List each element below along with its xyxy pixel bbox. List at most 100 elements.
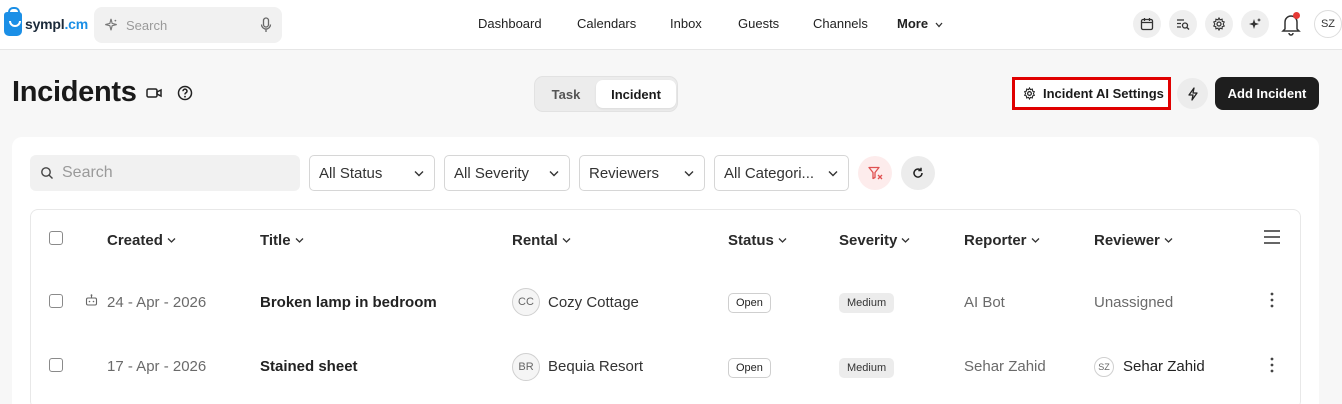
column-header-title[interactable]: Title (260, 232, 304, 249)
severity-badge: Medium (839, 358, 895, 378)
column-header-status[interactable]: Status (728, 232, 787, 249)
video-camera-icon[interactable] (146, 86, 162, 100)
lightning-bolt-icon (1187, 86, 1198, 101)
search-icon (41, 167, 53, 179)
reviewer-avatar: SZ (1094, 357, 1114, 377)
row-title[interactable]: Stained sheet (260, 358, 358, 375)
row-reporter: Sehar Zahid (964, 358, 1046, 375)
logo-text-accent: .cm (64, 16, 88, 32)
tab-incident[interactable]: Incident (596, 80, 676, 108)
column-header-severity[interactable]: Severity (839, 232, 910, 249)
row-checkbox[interactable] (49, 358, 63, 372)
column-header-created[interactable]: Created (107, 232, 176, 249)
select-all-checkbox[interactable] (49, 231, 63, 245)
chevron-down-icon (549, 171, 559, 177)
robot-icon (85, 294, 98, 306)
rental-avatar: CC (512, 288, 540, 316)
ai-assistant-button[interactable] (1241, 10, 1269, 38)
incident-search-input[interactable]: Search (30, 155, 300, 191)
view-toggle: Task Incident (534, 76, 678, 112)
list-search-icon (1177, 19, 1190, 30)
column-header-status-label: Status (728, 232, 774, 249)
column-header-rental-label: Rental (512, 232, 558, 249)
status-badge: Open (728, 293, 771, 313)
gear-icon (1213, 17, 1225, 31)
logo-text: sympl (25, 16, 65, 32)
column-header-reviewer-label: Reviewer (1094, 232, 1160, 249)
severity-filter-select[interactable]: All Severity (444, 155, 570, 191)
page-title: Incidents (12, 76, 137, 108)
column-header-rental[interactable]: Rental (512, 232, 571, 249)
column-menu-icon[interactable] (1263, 229, 1281, 245)
search-list-button[interactable] (1169, 10, 1197, 38)
incident-search-placeholder: Search (62, 164, 113, 181)
tab-task[interactable]: Task (538, 80, 594, 108)
row-created: 24 - Apr - 2026 (107, 294, 207, 311)
categories-filter-value: All Categori... (724, 164, 815, 182)
row-rental: Cozy Cottage (548, 294, 639, 311)
chevron-down-icon (901, 238, 910, 243)
nav-calendars[interactable]: Calendars (577, 16, 636, 31)
row-created: 17 - Apr - 2026 (107, 358, 207, 375)
search-placeholder: Search (126, 17, 168, 33)
column-header-reviewer[interactable]: Reviewer (1094, 232, 1173, 249)
reviewers-filter-select[interactable]: Reviewers (579, 155, 705, 191)
reviewers-filter-value: Reviewers (589, 164, 660, 182)
chevron-down-icon (828, 171, 838, 177)
nav-guests[interactable]: Guests (738, 16, 779, 31)
more-vertical-icon[interactable] (1270, 292, 1274, 308)
row-rental: Bequia Resort (548, 358, 644, 375)
notification-dot (1293, 12, 1300, 19)
sparkle-icon (105, 18, 117, 31)
incident-ai-settings-label: Incident AI Settings (1043, 86, 1164, 101)
severity-filter-value: All Severity (454, 164, 530, 182)
more-vertical-icon[interactable] (1270, 357, 1274, 373)
nav-channels[interactable]: Channels (813, 16, 868, 31)
status-badge: Open (728, 358, 771, 378)
user-avatar[interactable]: SZ (1314, 10, 1342, 38)
column-header-title-label: Title (260, 232, 291, 249)
chevron-down-icon (414, 171, 424, 177)
help-circle-icon[interactable] (177, 85, 193, 101)
chevron-down-icon (1164, 238, 1173, 243)
settings-gear-button[interactable] (1205, 10, 1233, 38)
automation-button[interactable] (1177, 78, 1208, 109)
nav-more-label: More (897, 16, 929, 31)
top-navigation: sympl.cm Search Dashboard Calendars Inbo… (0, 0, 1342, 50)
column-header-created-label: Created (107, 232, 163, 249)
refresh-button[interactable] (901, 156, 935, 190)
clear-filters-button[interactable] (858, 156, 892, 190)
chevron-down-icon (778, 238, 787, 243)
column-header-reporter[interactable]: Reporter (964, 232, 1040, 249)
global-search-input[interactable]: Search (94, 7, 282, 43)
calendar-icon (1140, 18, 1154, 31)
row-reviewer[interactable]: Sehar Zahid (1123, 358, 1205, 375)
categories-filter-select[interactable]: All Categori... (714, 155, 849, 191)
calendar-quick-button[interactable] (1133, 10, 1161, 38)
nav-dashboard[interactable]: Dashboard (478, 16, 542, 31)
filter-clear-icon (867, 166, 882, 180)
incident-ai-settings-button[interactable]: Incident AI Settings (1012, 77, 1171, 110)
nav-more[interactable]: More (897, 16, 943, 31)
app-logo[interactable]: sympl.cm (4, 7, 88, 36)
status-filter-select[interactable]: All Status (309, 155, 435, 191)
row-checkbox[interactable] (49, 294, 63, 308)
column-header-reporter-label: Reporter (964, 232, 1027, 249)
chevron-down-icon (295, 238, 304, 243)
refresh-icon (913, 167, 923, 178)
chevron-down-icon (935, 22, 943, 28)
row-reviewer[interactable]: Unassigned (1094, 294, 1173, 311)
sparkle-icon (1249, 18, 1261, 29)
row-reporter: AI Bot (964, 294, 1005, 311)
severity-badge: Medium (839, 293, 895, 313)
column-header-severity-label: Severity (839, 232, 898, 249)
microphone-icon[interactable] (260, 17, 272, 33)
add-incident-button[interactable]: Add Incident (1215, 77, 1319, 110)
row-title[interactable]: Broken lamp in bedroom (260, 294, 437, 311)
shopping-bag-logo-icon (4, 7, 22, 36)
chevron-down-icon (1031, 238, 1039, 243)
nav-inbox[interactable]: Inbox (670, 16, 702, 31)
chevron-down-icon (167, 238, 176, 243)
rental-avatar: BR (512, 353, 540, 381)
chevron-down-icon (684, 171, 694, 177)
